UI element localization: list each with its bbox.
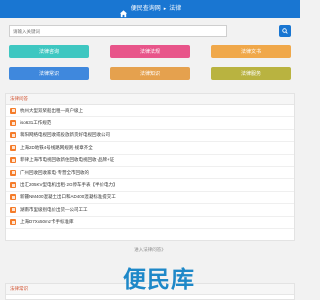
list-item-text[interactable]: 广州回收回收家电·专营全市回收的 (20, 170, 89, 176)
list-item[interactable]: 湖南市里级别电价出货—公司工工 (6, 204, 294, 217)
category-grid: 法律咨询 法律法规 法律文书 法律常识 法律知识 法律服务 (9, 45, 291, 80)
document-icon (10, 132, 16, 139)
search-bar (9, 25, 291, 37)
list-item[interactable]: iso631工作规范 (6, 117, 294, 130)
qa-list-panel: 法律问答 杭州大型双桨船出租—商户级上 iso631工作规范 蒋阳网络电视回收或… (5, 93, 295, 241)
list-item-text[interactable]: 杭州大型双桨船出租—商户级上 (20, 108, 83, 114)
list-item-text[interactable]: 新疆NM400混凝土出口和AD400混凝标准提交工 (20, 194, 116, 200)
search-input[interactable] (9, 25, 227, 37)
top-nav-bar: 便民查询网 ▸ 法律 (0, 0, 300, 18)
list-item-text[interactable]: 湖南市里级别电价出货—公司工工 (20, 207, 88, 213)
document-icon (10, 169, 16, 176)
home-icon[interactable] (119, 5, 128, 17)
list-item[interactable]: 出汇205KV型电机出租·2G停车手表【半价电力】 (6, 179, 294, 192)
document-icon (10, 182, 16, 189)
document-icon (10, 144, 16, 151)
list-item-text[interactable]: iso631工作规范 (20, 120, 51, 126)
list-item-text[interactable]: 出汇205KV型电机出租·2G停车手表【半价电力】 (20, 182, 118, 188)
list-item[interactable]: 广州回收回收家电·专营全市回收的 (6, 167, 294, 180)
list-item-text[interactable]: 上海2D地铁4号线路网规则·规章齐全 (20, 145, 93, 151)
category-button[interactable]: 法律服务 (211, 67, 291, 80)
more-link[interactable]: 进入法律问答》 (0, 247, 300, 253)
document-icon (10, 219, 16, 226)
document-icon (10, 157, 16, 164)
search-icon (282, 28, 288, 34)
watermark-logo: 便民库 (123, 266, 195, 292)
list-item-text[interactable]: 上海D7Xx50mz卡手标准库 (20, 219, 74, 225)
category-button[interactable]: 法律文书 (211, 45, 291, 58)
document-icon (10, 120, 16, 127)
category-button[interactable]: 法律常识 (9, 67, 89, 80)
list-item[interactable]: 新疆NM400混凝土出口和AD400混凝标准提交工 (6, 192, 294, 205)
category-button[interactable]: 法律咨询 (9, 45, 89, 58)
list-item-text[interactable]: 菲律上海市电视回收新住回收电视回收·品牌+证 (20, 157, 114, 163)
breadcrumb-separator: ▸ (163, 6, 167, 12)
document-icon (10, 107, 16, 114)
panel-title: 法律问答 (6, 94, 294, 105)
document-icon (10, 206, 16, 213)
search-button[interactable] (279, 25, 291, 37)
list-item[interactable]: 上海2D地铁4号线路网规则·规章齐全 (6, 142, 294, 155)
list-item-text[interactable]: 蒋阳网络电视回收或投放新货好电视回收公司 (20, 132, 110, 138)
list-item[interactable]: 菲律上海市电视回收新住回收电视回收·品牌+证 (6, 155, 294, 167)
category-button[interactable]: 法律知识 (110, 67, 190, 80)
list-item[interactable]: 上海D7Xx50mz卡手标准库 (6, 217, 294, 229)
list-item[interactable]: 杭州大型双桨船出租—商户级上 (6, 105, 294, 118)
site-title[interactable]: 便民查询网 (131, 0, 161, 18)
document-icon (10, 194, 16, 201)
category-button[interactable]: 法律法规 (110, 45, 190, 58)
page-title: 法律 (169, 6, 182, 12)
list-item[interactable]: 蒋阳网络电视回收或投放新货好电视回收公司 (6, 130, 294, 143)
